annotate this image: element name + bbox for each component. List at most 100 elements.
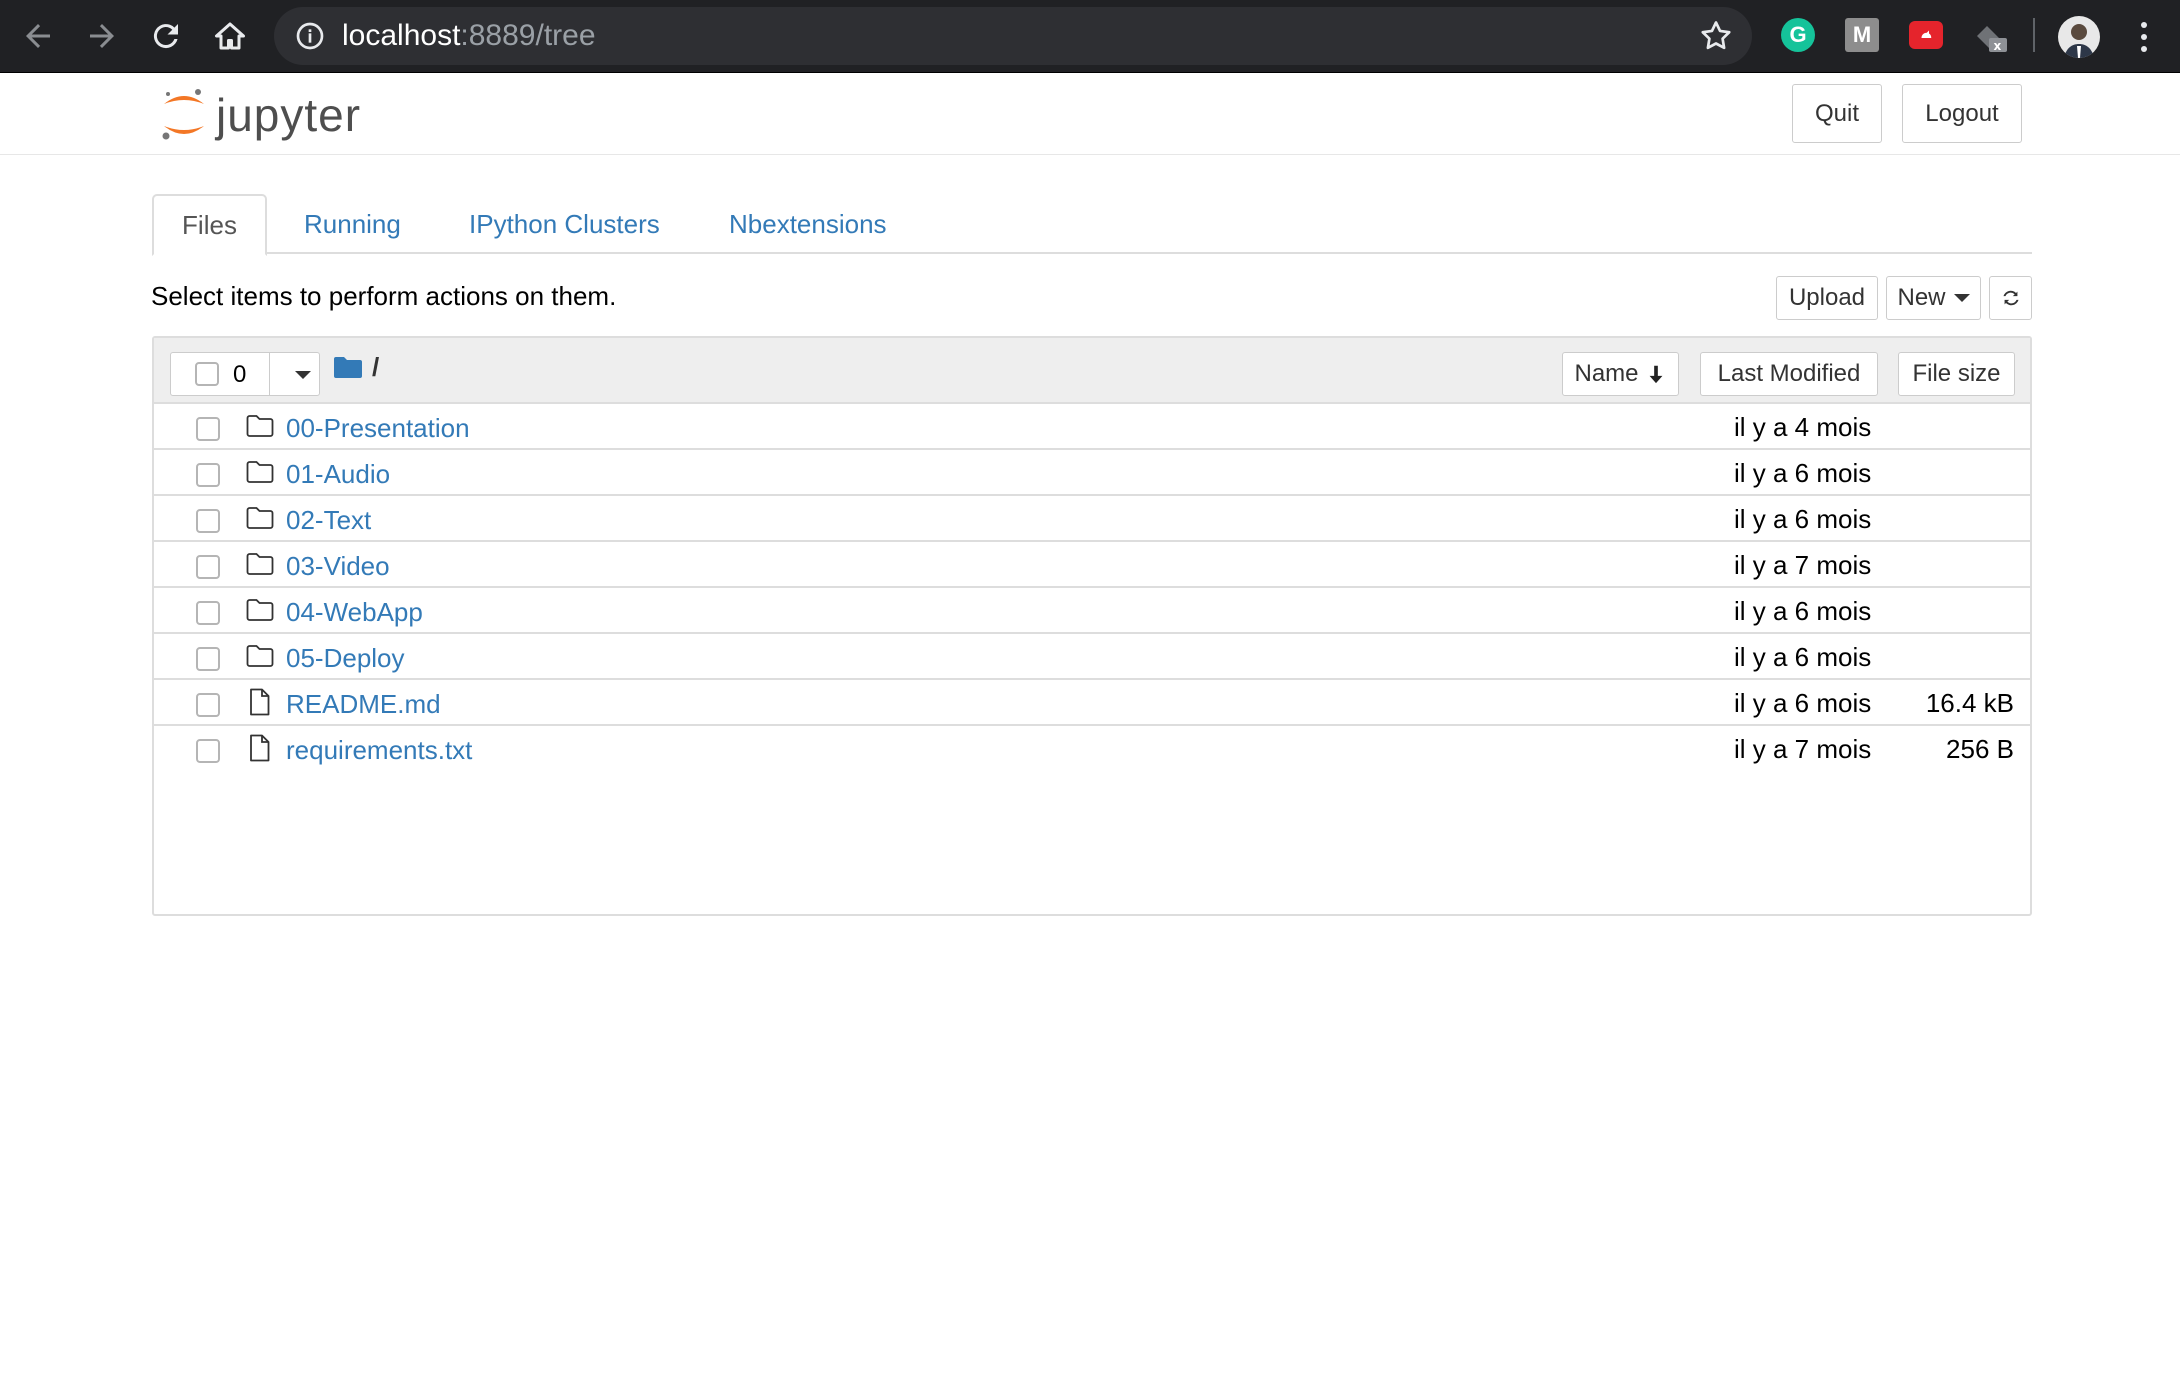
- select-all-group: 0: [170, 352, 320, 396]
- tab-nbextensions[interactable]: Nbextensions: [729, 194, 887, 254]
- last-modified: il y a 4 mois: [1734, 412, 1872, 442]
- sort-last-modified-button[interactable]: Last Modified: [1700, 352, 1878, 396]
- tab-ipython-clusters[interactable]: IPython Clusters: [469, 194, 660, 254]
- file-row[interactable]: 05-Deploy il y a 6 mois: [154, 634, 2030, 680]
- disabled-extension-icon[interactable]: x: [1973, 18, 2007, 52]
- last-modified: il y a 6 mois: [1734, 504, 1872, 534]
- profile-avatar[interactable]: [2058, 16, 2100, 58]
- file-name-link[interactable]: 05-Deploy: [286, 643, 405, 674]
- last-modified: il y a 7 mois: [1734, 550, 1872, 580]
- sort-name-label: Name: [1574, 360, 1639, 387]
- file-size: 256 B: [1946, 734, 2014, 764]
- last-modified: il y a 6 mois: [1734, 458, 1872, 488]
- folder-icon: [246, 599, 274, 621]
- row-checkbox[interactable]: [196, 509, 220, 533]
- row-checkbox[interactable]: [196, 417, 220, 441]
- tab-bar: Files Running IPython Clusters Nbextensi…: [152, 194, 2032, 256]
- file-row[interactable]: 00-Presentation il y a 4 mois: [154, 404, 2030, 450]
- breadcrumb-root[interactable]: /: [372, 352, 379, 383]
- select-menu-caret-icon[interactable]: [295, 371, 311, 379]
- row-checkbox[interactable]: [196, 601, 220, 625]
- quit-button[interactable]: Quit: [1792, 84, 1882, 143]
- red-extension-icon[interactable]: [1909, 21, 1943, 49]
- last-modified: il y a 6 mois: [1734, 596, 1872, 626]
- home-button[interactable]: [206, 12, 254, 60]
- refresh-icon: [2002, 290, 2019, 306]
- folder-icon: [246, 645, 274, 667]
- caret-down-icon: [1953, 294, 1970, 302]
- bookmark-star-icon[interactable]: [1698, 18, 1734, 54]
- extension-x-label: x: [1994, 39, 2002, 52]
- divider: [269, 353, 270, 395]
- jupyter-header: jupyter Quit Logout: [0, 74, 2180, 155]
- refresh-button[interactable]: [1989, 276, 2032, 320]
- sort-name-button[interactable]: Name: [1562, 352, 1679, 396]
- address-bar[interactable]: localhost:8889/tree: [274, 7, 1752, 65]
- selection-hint: Select items to perform actions on them.: [151, 281, 617, 311]
- file-name-link[interactable]: 02-Text: [286, 505, 371, 536]
- row-checkbox[interactable]: [196, 463, 220, 487]
- new-dropdown-button[interactable]: New: [1886, 276, 1981, 320]
- row-checkbox[interactable]: [196, 647, 220, 671]
- url-host: localhost: [342, 19, 461, 52]
- last-modified: il y a 6 mois: [1734, 642, 1872, 672]
- cat-icon: [1921, 30, 1932, 38]
- jupyter-logo-icon: [162, 89, 204, 140]
- upload-button[interactable]: Upload: [1776, 276, 1878, 320]
- m-extension-icon[interactable]: M: [1845, 18, 1879, 52]
- file-icon: [250, 734, 270, 762]
- row-checkbox[interactable]: [196, 739, 220, 763]
- new-button-label: New: [1897, 284, 1946, 311]
- browser-toolbar: localhost:8889/tree G M x: [0, 0, 2180, 73]
- reload-icon: [153, 24, 178, 49]
- home-icon: [215, 22, 245, 50]
- url-path: :8889/tree: [460, 19, 596, 52]
- file-name-link[interactable]: requirements.txt: [286, 735, 472, 766]
- reload-button[interactable]: [142, 12, 190, 60]
- tab-files[interactable]: Files: [152, 194, 267, 256]
- sort-file-size-button[interactable]: File size: [1898, 352, 2015, 396]
- selected-count: 0: [233, 361, 247, 388]
- file-size: 16.4 kB: [1925, 688, 2014, 718]
- file-name-link[interactable]: 03-Video: [286, 551, 390, 582]
- forward-button[interactable]: [78, 12, 126, 60]
- folder-icon: [246, 553, 274, 575]
- tab-running[interactable]: Running: [304, 194, 401, 254]
- file-name-link[interactable]: 01-Audio: [286, 459, 390, 490]
- file-list-header: 0 / Name Last Modified File size: [154, 338, 2030, 404]
- forward-arrow-icon: [90, 24, 114, 48]
- file-row[interactable]: README.md il y a 6 mois 16.4 kB: [154, 680, 2030, 726]
- puzzle-icon: x: [1977, 26, 2007, 52]
- folder-icon: [246, 507, 274, 529]
- logout-button[interactable]: Logout: [1902, 84, 2022, 143]
- grammarly-extension-icon[interactable]: G: [1781, 18, 1815, 52]
- url-text[interactable]: localhost:8889/tree: [342, 19, 596, 53]
- folder-breadcrumb-icon[interactable]: [334, 356, 362, 378]
- select-all-checkbox[interactable]: [195, 362, 219, 386]
- file-row[interactable]: 02-Text il y a 6 mois: [154, 496, 2030, 542]
- back-button[interactable]: [14, 12, 62, 60]
- file-row[interactable]: 01-Audio il y a 6 mois: [154, 450, 2030, 496]
- jupyter-logo[interactable]: jupyter: [158, 86, 378, 146]
- person-icon: [2064, 24, 2094, 58]
- logo-text: jupyter: [216, 89, 362, 141]
- file-name-link[interactable]: README.md: [286, 689, 441, 720]
- last-modified: il y a 6 mois: [1734, 688, 1872, 718]
- folder-icon: [246, 415, 274, 437]
- file-row[interactable]: 04-WebApp il y a 6 mois: [154, 588, 2030, 634]
- file-icon: [250, 688, 270, 716]
- row-checkbox[interactable]: [196, 693, 220, 717]
- last-modified: il y a 7 mois: [1734, 734, 1872, 764]
- file-name-link[interactable]: 00-Presentation: [286, 413, 470, 444]
- back-arrow-icon: [26, 24, 50, 48]
- more-menu-icon[interactable]: [2128, 16, 2160, 58]
- toolbar-separator: [2033, 18, 2035, 52]
- file-list: 0 / Name Last Modified File size 00-Pres…: [152, 336, 2032, 916]
- info-icon[interactable]: [294, 20, 326, 52]
- row-checkbox[interactable]: [196, 555, 220, 579]
- file-row[interactable]: 03-Video il y a 7 mois: [154, 542, 2030, 588]
- file-row[interactable]: requirements.txt il y a 7 mois 256 B: [154, 726, 2030, 772]
- arrow-down-icon: [1649, 365, 1662, 384]
- folder-icon: [246, 461, 274, 483]
- file-name-link[interactable]: 04-WebApp: [286, 597, 423, 628]
